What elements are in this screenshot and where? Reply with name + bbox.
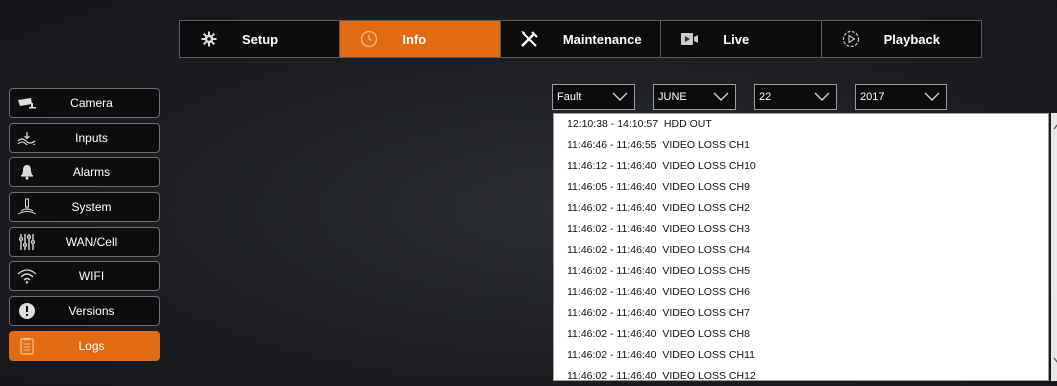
tab-maintenance[interactable]: Maintenance xyxy=(501,21,662,57)
log-event: VIDEO LOSS CH12 xyxy=(662,370,756,381)
log-list[interactable]: 12:10:38 - 14:10:57 HDD OUT 11:46:46 - 11… xyxy=(553,113,1049,381)
chevron-down-icon xyxy=(814,92,830,102)
log-type-value: Fault xyxy=(557,91,582,103)
day-select[interactable]: 22 xyxy=(754,84,837,110)
log-row[interactable]: 11:46:02 - 11:46:40 VIDEO LOSS CH6 xyxy=(554,282,1048,303)
tab-label: Live xyxy=(723,31,750,47)
log-row[interactable]: 11:46:02 - 11:46:40 VIDEO LOSS CH7 xyxy=(554,303,1048,324)
sidebar-item-label: Logs xyxy=(78,338,105,353)
sidebar-item-label: Camera xyxy=(70,96,113,110)
sidebar-item-label: Versions xyxy=(68,304,115,319)
log-row[interactable]: 11:46:02 - 11:46:40 VIDEO LOSS CH11 xyxy=(554,345,1048,366)
log-time: 11:46:05 - 11:46:40 xyxy=(567,181,657,193)
sidebar-item-label: WIFI xyxy=(78,269,105,284)
log-row[interactable]: 11:46:02 - 11:46:40 VIDEO LOSS CH3 xyxy=(554,219,1048,240)
log-row[interactable]: 11:46:46 - 11:46:55 VIDEO LOSS CH1 xyxy=(554,135,1048,156)
log-event: VIDEO LOSS CH4 xyxy=(662,244,750,256)
tab-label: Info xyxy=(402,31,427,47)
log-event: VIDEO LOSS CH6 xyxy=(662,286,750,298)
sidebar-item-logs[interactable]: Logs xyxy=(9,330,160,361)
sidebar-item-camera[interactable]: Camera xyxy=(9,88,160,118)
log-event: VIDEO LOSS CH5 xyxy=(662,265,750,277)
sidebar-item-wifi[interactable]: WIFI xyxy=(9,261,160,292)
log-time: 11:46:02 - 11:46:40 xyxy=(567,202,657,214)
playback-icon xyxy=(840,29,862,49)
live-camera-icon xyxy=(679,29,701,49)
log-event: VIDEO LOSS CH1 xyxy=(662,139,750,151)
log-time: 11:46:02 - 11:46:40 xyxy=(567,328,657,340)
log-time: 11:46:02 - 11:46:40 xyxy=(567,349,657,361)
tab-info[interactable]: Info xyxy=(340,21,501,57)
log-time: 11:46:46 - 11:46:55 xyxy=(567,139,657,151)
log-row[interactable]: 11:46:02 - 11:46:40 VIDEO LOSS CH5 xyxy=(554,261,1048,282)
chevron-down-icon xyxy=(612,92,628,102)
inputs-icon xyxy=(10,131,44,145)
tab-playback[interactable]: Playback xyxy=(822,21,981,57)
top-navigation: Setup Info Maintenance Live Playback xyxy=(179,20,982,58)
tab-label: Maintenance xyxy=(562,31,642,47)
sliders-icon xyxy=(10,233,44,251)
logs-icon xyxy=(10,337,44,355)
bell-icon xyxy=(10,164,44,180)
month-select[interactable]: JUNE xyxy=(653,84,736,110)
wifi-icon xyxy=(10,268,44,284)
info-icon xyxy=(10,302,44,320)
log-time: 11:46:12 - 11:46:40 xyxy=(567,160,657,172)
log-event: VIDEO LOSS CH8 xyxy=(662,328,750,340)
log-time: 12:10:38 - 14:10:57 xyxy=(567,118,659,130)
log-type-select[interactable]: Fault xyxy=(552,84,635,110)
log-row[interactable]: 11:46:02 - 11:46:40 VIDEO LOSS CH2 xyxy=(554,198,1048,219)
gear-icon xyxy=(198,29,220,49)
clock-icon xyxy=(358,29,380,49)
log-event: VIDEO LOSS CH11 xyxy=(662,349,755,361)
year-select[interactable]: 2017 xyxy=(855,84,947,110)
log-event: HDD OUT xyxy=(663,118,712,130)
system-icon xyxy=(10,198,44,216)
tab-setup[interactable]: Setup xyxy=(180,21,341,57)
day-value: 22 xyxy=(759,91,772,103)
sidebar-item-label: WAN/Cell xyxy=(65,234,118,249)
log-row[interactable]: 11:46:12 - 11:46:40 VIDEO LOSS CH10 xyxy=(554,156,1048,177)
log-row[interactable]: 11:46:02 - 11:46:40 VIDEO LOSS CH8 xyxy=(554,324,1048,345)
chevron-down-icon xyxy=(713,92,729,102)
log-event: VIDEO LOSS CH10 xyxy=(662,160,756,172)
sidebar-item-label: System xyxy=(71,200,112,215)
sidebar: Camera Inputs Alarms System WAN/Cell WIF… xyxy=(9,88,160,366)
log-row[interactable]: 11:46:05 - 11:46:40 VIDEO LOSS CH9 xyxy=(554,177,1048,198)
sidebar-item-label: Alarms xyxy=(72,165,111,180)
log-event: VIDEO LOSS CH7 xyxy=(662,307,750,319)
log-event: VIDEO LOSS CH3 xyxy=(662,223,750,235)
log-row[interactable]: 11:46:02 - 11:46:40 VIDEO LOSS CH4 xyxy=(554,240,1048,261)
tab-live[interactable]: Live xyxy=(661,21,822,57)
sidebar-item-wan-cell[interactable]: WAN/Cell xyxy=(9,226,160,257)
log-time: 11:46:02 - 11:46:40 xyxy=(567,244,657,256)
sidebar-item-inputs[interactable]: Inputs xyxy=(9,122,160,153)
log-time: 11:46:02 - 11:46:40 xyxy=(567,265,657,277)
log-event: VIDEO LOSS CH2 xyxy=(662,202,750,214)
log-time: 11:46:02 - 11:46:40 xyxy=(567,286,657,298)
log-row[interactable]: 12:10:38 - 14:10:57 HDD OUT xyxy=(554,114,1048,135)
year-value: 2017 xyxy=(860,91,885,103)
camera-icon xyxy=(10,97,44,109)
log-scrollbar[interactable] xyxy=(1051,113,1057,381)
tab-label: Playback xyxy=(883,31,940,47)
log-time: 11:46:02 - 11:46:40 xyxy=(567,223,657,235)
tools-icon xyxy=(519,29,541,49)
log-time: 11:46:02 - 11:46:40 xyxy=(567,370,657,381)
chevron-down-icon xyxy=(924,92,940,102)
log-event: VIDEO LOSS CH9 xyxy=(662,181,750,193)
sidebar-item-label: Inputs xyxy=(75,130,108,145)
log-time: 11:46:02 - 11:46:40 xyxy=(567,307,657,319)
sidebar-item-versions[interactable]: Versions xyxy=(9,296,160,327)
tab-label: Setup xyxy=(242,31,279,47)
log-row[interactable]: 11:46:02 - 11:46:40 VIDEO LOSS CH12 xyxy=(554,366,1048,381)
sidebar-item-system[interactable]: System xyxy=(9,192,160,223)
month-value: JUNE xyxy=(658,91,687,103)
sidebar-item-alarms[interactable]: Alarms xyxy=(9,157,160,188)
